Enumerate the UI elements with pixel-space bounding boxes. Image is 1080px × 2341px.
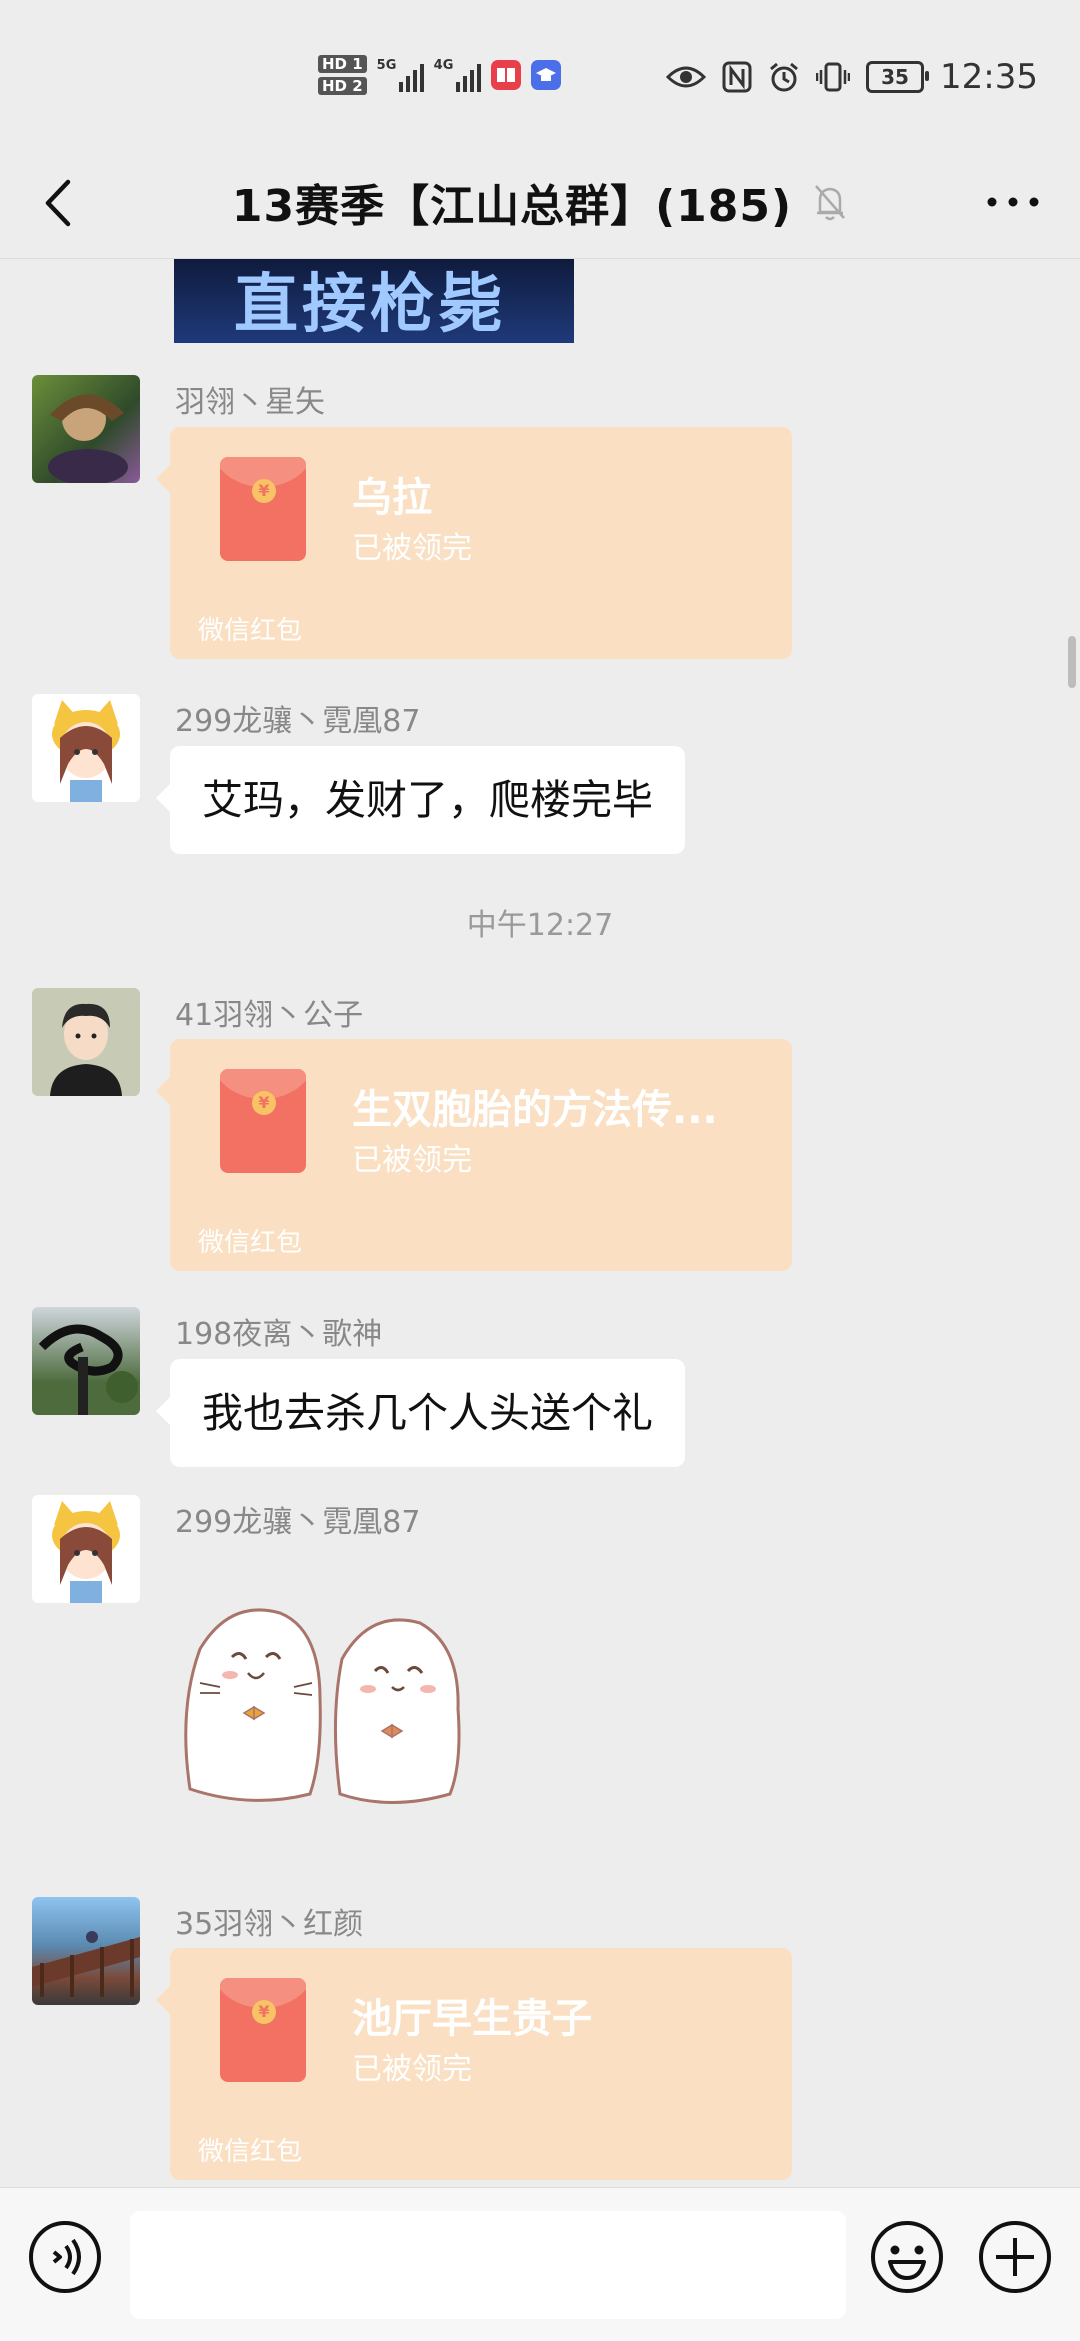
text-message[interactable]: 艾玛，发财了，爬楼完毕 bbox=[156, 746, 685, 854]
red-packet-status: 已被领完 bbox=[352, 1143, 472, 1178]
title-bar: 13赛季【江山总群】(185) bbox=[0, 150, 1080, 259]
nfc-icon bbox=[722, 61, 752, 93]
text-message[interactable]: 我也去杀几个人头送个礼 bbox=[156, 1359, 685, 1467]
clock: 12:35 bbox=[940, 57, 1038, 97]
two-seals-sticker[interactable] bbox=[170, 1589, 500, 1819]
red-packet-message[interactable]: ¥ 池厅早生贵子 已被领完 微信红包 bbox=[156, 1948, 792, 2180]
battery-level: 35 bbox=[881, 65, 909, 89]
timestamp: 中午12:27 bbox=[466, 908, 614, 943]
red-packet-title: 生双胞胎的方法传... bbox=[352, 1087, 718, 1133]
voice-input-icon[interactable] bbox=[26, 2218, 104, 2296]
sender-name: 299龙骧丶霓凰87 bbox=[175, 704, 421, 739]
red-packet-label: 微信红包 bbox=[198, 2137, 303, 2167]
avatar[interactable] bbox=[32, 694, 140, 802]
red-packet-label: 微信红包 bbox=[198, 1228, 303, 1258]
plus-icon[interactable] bbox=[976, 2218, 1054, 2296]
group-name: 13赛季【江山总群】(185) bbox=[231, 181, 793, 232]
avatar[interactable] bbox=[32, 988, 140, 1096]
book-app-icon bbox=[490, 60, 521, 90]
red-envelope-icon: ¥ bbox=[220, 1069, 306, 1173]
input-bar bbox=[0, 2187, 1080, 2341]
avatar[interactable] bbox=[32, 1495, 140, 1603]
signal-5g-icon: 5G bbox=[377, 58, 424, 92]
avatar[interactable] bbox=[32, 1307, 140, 1415]
emoji-icon[interactable] bbox=[868, 2218, 946, 2296]
red-packet-label: 微信红包 bbox=[198, 616, 303, 646]
message-text: 我也去杀几个人头送个礼 bbox=[202, 1389, 653, 1437]
status-bar: HD 1 HD 2 5G 4G 35 12:35 bbox=[0, 0, 1080, 150]
hd-indicator: HD 1 HD 2 bbox=[318, 55, 367, 95]
previous-image-message[interactable]: 直接枪毙 bbox=[174, 259, 574, 343]
sender-name: 羽翎丶星矢 bbox=[175, 385, 325, 420]
signal-4g-icon: 4G bbox=[434, 58, 481, 92]
red-packet-title: 乌拉 bbox=[352, 475, 432, 521]
message-text: 艾玛，发财了，爬楼完毕 bbox=[202, 776, 653, 824]
red-packet-status: 已被领完 bbox=[352, 2052, 472, 2087]
red-packet-message[interactable]: ¥ 乌拉 已被领完 微信红包 bbox=[156, 427, 792, 659]
alarm-icon bbox=[770, 62, 798, 92]
mute-bell-icon bbox=[815, 185, 846, 221]
avatar[interactable] bbox=[32, 1897, 140, 2005]
status-left: HD 1 HD 2 5G 4G bbox=[318, 50, 561, 100]
red-packet-title: 池厅早生贵子 bbox=[352, 1996, 592, 2042]
previous-image-caption: 直接枪毙 bbox=[234, 268, 506, 342]
eye-icon bbox=[666, 66, 707, 88]
graduation-app-icon bbox=[530, 60, 561, 90]
status-right: 35 12:35 bbox=[666, 52, 1038, 102]
sender-name: 299龙骧丶霓凰87 bbox=[175, 1505, 421, 1540]
sender-name: 35羽翎丶红颜 bbox=[175, 1907, 364, 1942]
battery-icon: 35 bbox=[866, 61, 930, 93]
hd2-badge: HD 2 bbox=[318, 77, 367, 95]
message-list[interactable]: 直接枪毙 羽翎丶星矢 ¥ 乌拉 已被领完 微信红包 299龙骧丶霓凰87 艾玛，… bbox=[0, 259, 1080, 2187]
sender-name: 198夜离丶歌神 bbox=[175, 1317, 383, 1352]
scrollbar-thumb[interactable] bbox=[1068, 636, 1076, 688]
red-packet-message[interactable]: ¥ 生双胞胎的方法传... 已被领完 微信红包 bbox=[156, 1039, 792, 1271]
red-envelope-icon: ¥ bbox=[220, 1978, 306, 2082]
message-input[interactable] bbox=[130, 2211, 846, 2319]
sender-name: 41羽翎丶公子 bbox=[175, 998, 364, 1033]
hd1-badge: HD 1 bbox=[318, 55, 367, 73]
red-packet-status: 已被领完 bbox=[352, 531, 472, 566]
red-envelope-icon: ¥ bbox=[220, 457, 306, 561]
avatar[interactable] bbox=[32, 375, 140, 483]
more-options-icon[interactable] bbox=[978, 172, 1048, 232]
vibrate-icon bbox=[816, 62, 851, 92]
chat-title: 13赛季【江山总群】(185) bbox=[0, 170, 1080, 234]
